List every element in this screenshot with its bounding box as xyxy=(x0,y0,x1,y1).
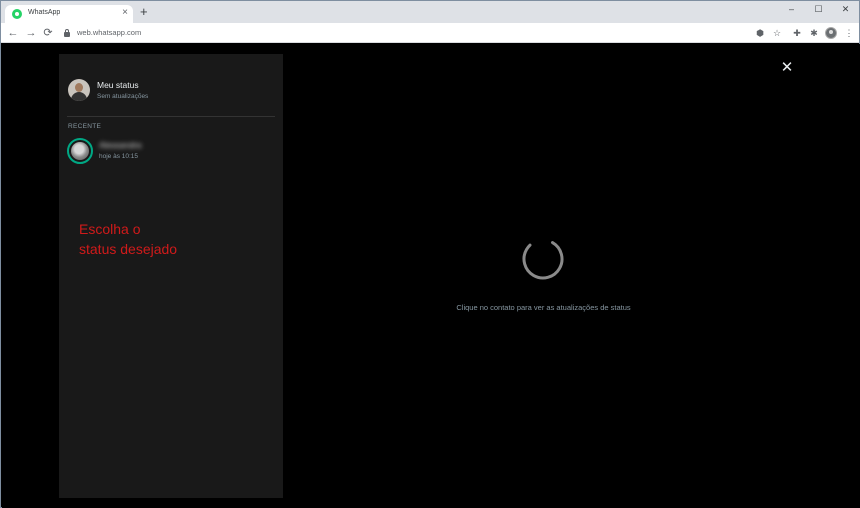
tab-strip: WhatsApp × + – ☐ ✕ xyxy=(1,1,859,23)
new-tab-button[interactable]: + xyxy=(140,5,148,19)
status-viewer-page: Meu status Sem atualizações RECENTE Ales… xyxy=(2,44,860,508)
tab-title: WhatsApp xyxy=(28,9,61,16)
my-status-title: Meu status xyxy=(97,80,139,90)
browser-menu-icon[interactable]: ⋮ xyxy=(842,26,856,40)
profile-avatar[interactable] xyxy=(825,27,837,39)
tab-whatsapp[interactable]: WhatsApp × xyxy=(5,5,133,23)
minimize-button[interactable]: – xyxy=(778,1,805,17)
lock-icon xyxy=(64,29,70,37)
contact-status-item[interactable]: Alessandra hoje às 10:15 xyxy=(59,136,283,166)
viewer-hint-text: Clique no contato para ver as atualizaçõ… xyxy=(456,303,631,312)
contact-avatar xyxy=(71,142,89,160)
recent-header: RECENTE xyxy=(68,123,102,130)
maximize-button[interactable]: ☐ xyxy=(805,1,832,17)
extension-icon[interactable]: ⬢ xyxy=(753,26,767,40)
extension-plus-icon[interactable]: ✚ xyxy=(790,26,804,40)
forward-button[interactable]: → xyxy=(24,26,38,40)
annotation-text: Escolha o status desejado xyxy=(79,221,178,257)
my-avatar xyxy=(68,79,90,101)
status-list-panel: Meu status Sem atualizações RECENTE Ales… xyxy=(59,54,283,498)
my-status-subtitle: Sem atualizações xyxy=(97,93,149,100)
browser-toolbar: ← → ⟳ web.whatsapp.com ⬢ ☆ ✚ ✱ ⋮ xyxy=(1,23,859,43)
tab-close-icon[interactable]: × xyxy=(122,7,128,19)
divider xyxy=(67,116,275,117)
whatsapp-favicon-icon xyxy=(12,9,22,19)
contact-name: Alessandra xyxy=(99,140,142,150)
browser-window: WhatsApp × + – ☐ ✕ ← → ⟳ web.whatsapp.co… xyxy=(0,0,860,508)
contact-status-time: hoje às 10:15 xyxy=(99,153,139,160)
close-icon[interactable]: ✕ xyxy=(779,60,795,76)
back-button[interactable]: ← xyxy=(6,26,20,40)
status-ring xyxy=(67,138,93,164)
reload-button[interactable]: ⟳ xyxy=(41,26,55,40)
my-status-item[interactable]: Meu status Sem atualizações xyxy=(59,76,283,116)
address-bar[interactable]: web.whatsapp.com xyxy=(59,26,749,40)
loading-spinner-icon xyxy=(522,238,564,280)
extensions-puzzle-icon[interactable]: ✱ xyxy=(807,26,821,40)
url-text[interactable]: web.whatsapp.com xyxy=(77,28,141,37)
bookmark-star-icon[interactable]: ☆ xyxy=(770,26,784,40)
close-window-button[interactable]: ✕ xyxy=(832,1,859,17)
window-controls: – ☐ ✕ xyxy=(778,1,859,19)
